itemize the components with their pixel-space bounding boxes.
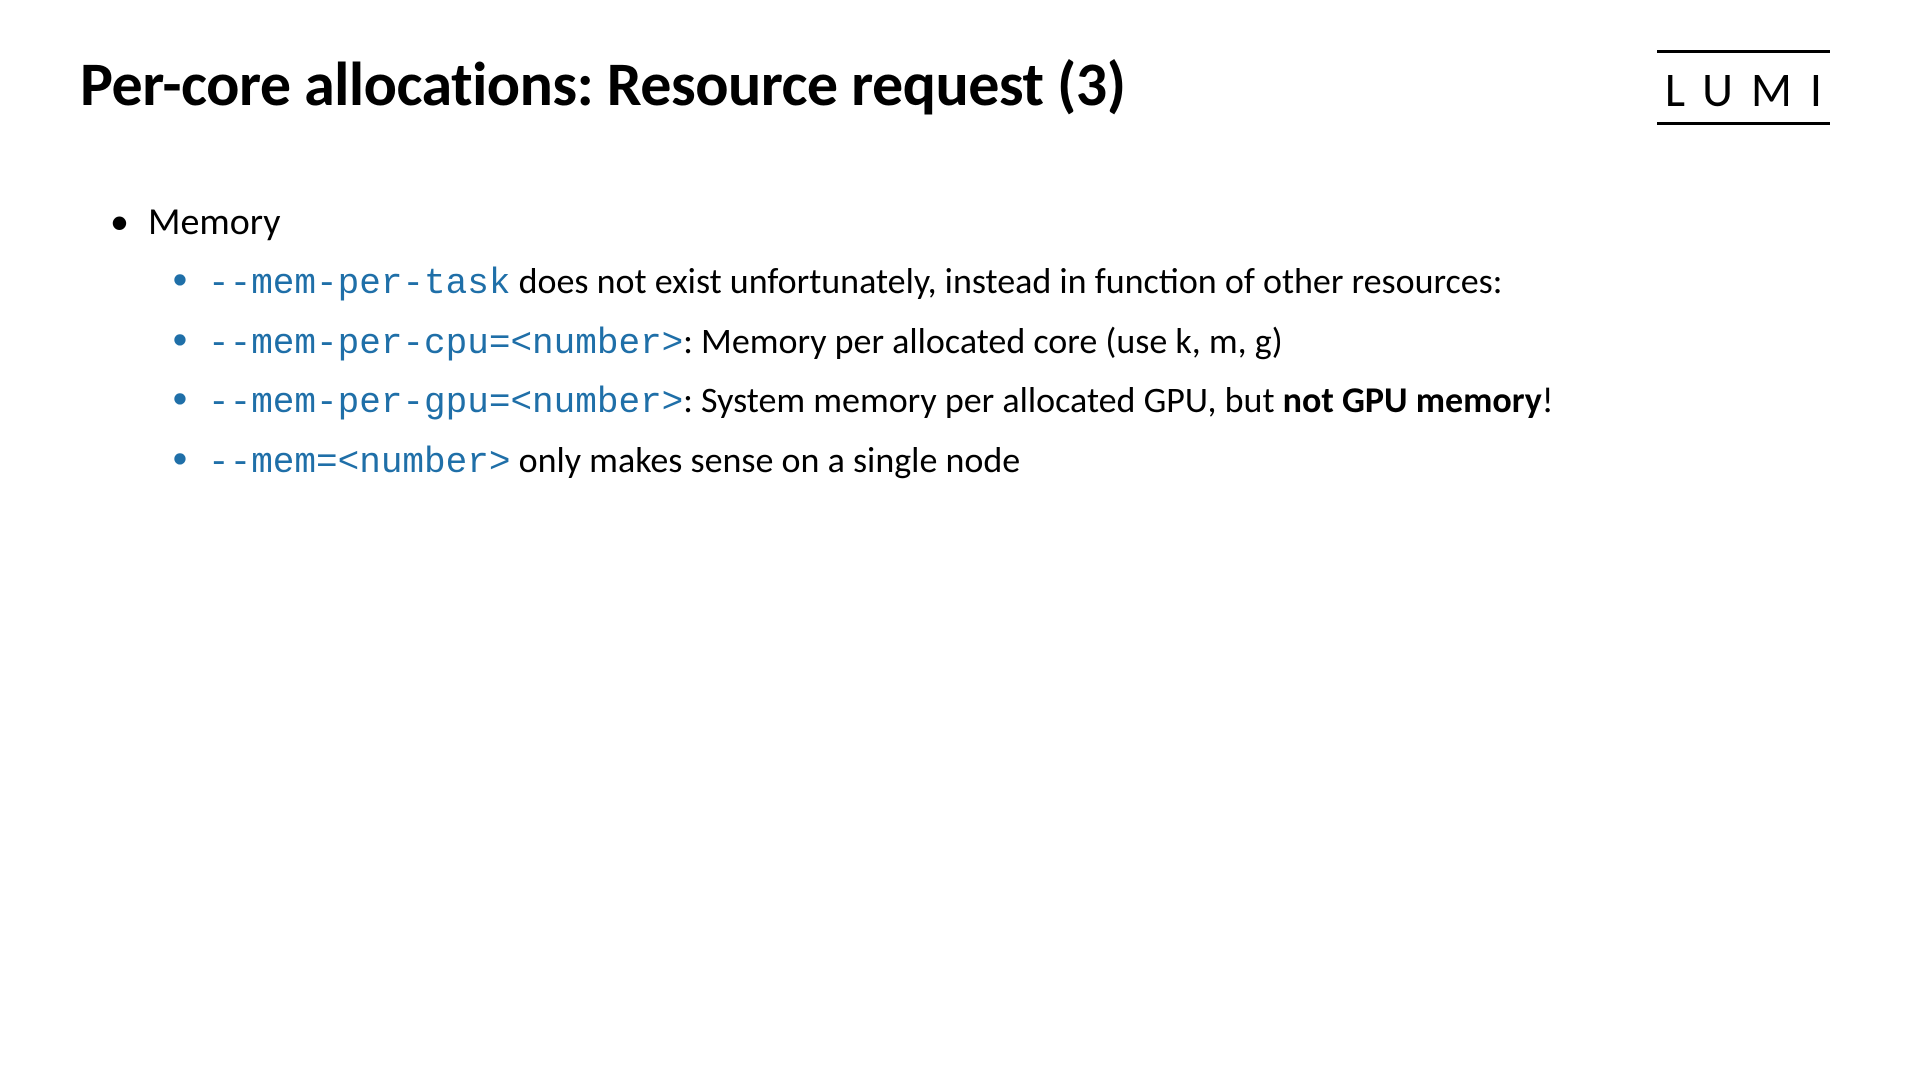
header-row: Per-core allocations: Resource request (…: [80, 50, 1840, 119]
code-mem: --mem=<number>: [208, 442, 510, 483]
bullet-mem-per-task: --mem-per-task does not exist unfortunat…: [172, 257, 1840, 309]
text-mem-per-gpu-before: : System memory per allocated GPU, but: [683, 378, 1282, 422]
lumi-logo: LUMI: [1665, 50, 1840, 119]
bullet-memory: Memory: [110, 199, 1840, 245]
code-mem-per-cpu: --mem-per-cpu=<number>: [208, 323, 683, 364]
text-mem-per-gpu-end: !: [1542, 378, 1554, 422]
code-mem-per-task: --mem-per-task: [208, 263, 510, 304]
bullet-mem-per-cpu: --mem-per-cpu=<number>: Memory per alloc…: [172, 317, 1840, 369]
text-mem-per-cpu: : Memory per allocated core (use k, m, g…: [683, 319, 1282, 363]
text-mem-per-task: does not exist unfortunately, instead in…: [510, 259, 1502, 303]
bullet-mem: --mem=<number> only makes sense on a sin…: [172, 436, 1840, 488]
bullet-mem-per-gpu: --mem-per-gpu=<number>: System memory pe…: [172, 376, 1840, 428]
slide-title: Per-core allocations: Resource request (…: [80, 50, 1126, 118]
slide: Per-core allocations: Resource request (…: [0, 0, 1920, 1080]
code-mem-per-gpu: --mem-per-gpu=<number>: [208, 382, 683, 423]
slide-content: Memory --mem-per-task does not exist unf…: [80, 199, 1840, 487]
text-mem: only makes sense on a single node: [510, 438, 1020, 482]
text-bold-not-gpu: not GPU memory: [1283, 378, 1542, 422]
